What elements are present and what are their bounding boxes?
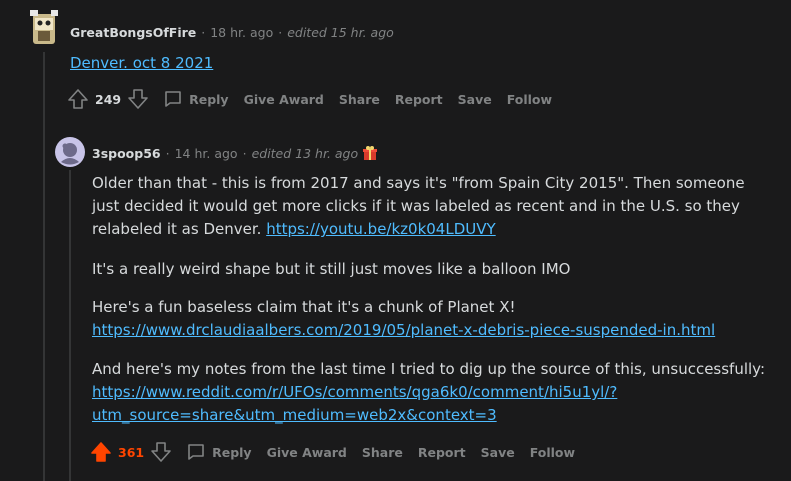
timestamp[interactable]: 14 hr. ago <box>175 146 238 161</box>
report-button[interactable]: Report <box>418 445 466 460</box>
reply-button[interactable]: Reply <box>163 89 229 109</box>
paragraph: Here's a fun baseless claim that it's a … <box>92 298 716 339</box>
give-award-button[interactable]: Give Award <box>244 92 324 107</box>
timestamp[interactable]: 18 hr. ago <box>210 25 273 40</box>
reddit-link[interactable]: https://www.reddit.com/r/UFOs/comments/q… <box>92 383 617 424</box>
share-button[interactable]: Share <box>362 445 403 460</box>
vote-count: 249 <box>95 91 122 107</box>
paragraph: Older than that - this is from 2017 and … <box>92 174 745 238</box>
meta-separator: · <box>278 25 283 40</box>
vote-count: 361 <box>118 444 145 460</box>
share-button[interactable]: Share <box>339 92 380 107</box>
downvote-icon[interactable] <box>150 441 172 463</box>
avatar[interactable] <box>29 9 59 47</box>
meta-separator: · <box>242 145 247 161</box>
username[interactable]: 3spoop56 <box>92 146 161 161</box>
edited-label: edited 13 hr. ago <box>251 145 359 161</box>
comment-header: GreatBongsOfFire · 18 hr. ago · edited 1… <box>70 25 394 40</box>
meta-separator: · <box>201 25 206 40</box>
thread-line-reply[interactable] <box>69 170 71 481</box>
comment-body: Denver. oct 8 2021 <box>70 52 213 75</box>
give-award-button[interactable]: Give Award <box>267 445 347 460</box>
reply-button[interactable]: Reply <box>186 442 252 462</box>
upvote-icon[interactable] <box>67 88 89 110</box>
follow-button[interactable]: Follow <box>507 92 552 107</box>
report-button[interactable]: Report <box>395 92 443 107</box>
edited-label: edited 15 hr. ago <box>287 25 394 40</box>
paragraph: It's a really weird shape but it still j… <box>92 260 571 278</box>
username[interactable]: GreatBongsOfFire <box>70 25 196 40</box>
comment-link[interactable]: Denver. oct 8 2021 <box>70 54 213 72</box>
meta-separator: · <box>165 145 170 161</box>
chat-bubble-icon <box>163 89 183 109</box>
chat-bubble-icon <box>186 442 206 462</box>
planet-x-link[interactable]: https://www.drclaudiaalbers.com/2019/05/… <box>92 321 715 339</box>
follow-button[interactable]: Follow <box>530 445 575 460</box>
upvote-icon[interactable] <box>90 441 112 463</box>
downvote-icon[interactable] <box>127 88 149 110</box>
thread-line-main[interactable] <box>43 52 45 481</box>
avatar[interactable] <box>55 137 85 167</box>
comment-header: 3spoop56 · 14 hr. ago · edited 13 hr. ag… <box>92 145 378 161</box>
youtube-link[interactable]: https://youtu.be/kz0k04LDUVY <box>266 220 495 238</box>
comment-actions: 249 Reply Give Award Share Report Save F… <box>67 87 567 111</box>
save-button[interactable]: Save <box>481 445 515 460</box>
comment-actions: 361 Reply Give Award Share Report Save F… <box>90 440 590 464</box>
save-button[interactable]: Save <box>458 92 492 107</box>
paragraph: And here's my notes from the last time I… <box>92 360 766 424</box>
award-icon[interactable] <box>362 145 378 161</box>
